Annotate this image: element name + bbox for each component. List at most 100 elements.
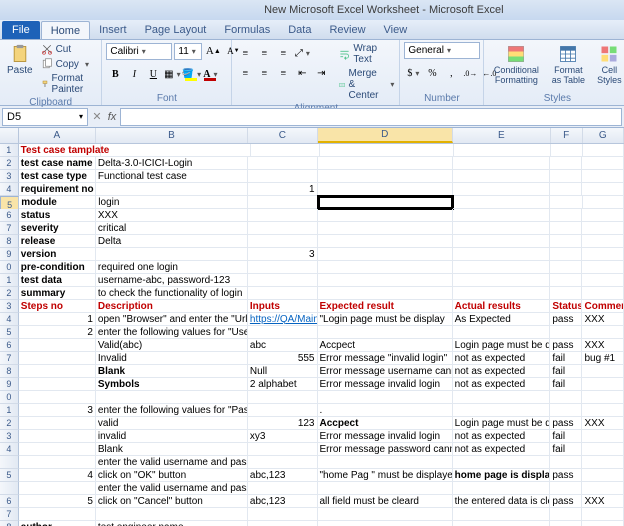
select-all-corner[interactable] — [0, 128, 19, 143]
row-header[interactable]: 1 — [0, 274, 19, 287]
col-header-g[interactable]: G — [583, 128, 624, 143]
row-header[interactable] — [0, 456, 19, 469]
cell[interactable] — [453, 404, 551, 417]
cell[interactable] — [582, 469, 624, 482]
cell[interactable]: XXX — [582, 495, 624, 508]
cell[interactable]: abc,123 — [248, 469, 318, 482]
cell[interactable]: enter the following values for "Password… — [96, 404, 248, 417]
cell[interactable]: XXX — [582, 313, 624, 326]
cell[interactable] — [453, 482, 551, 495]
cell[interactable]: the entered data is clea — [453, 495, 551, 508]
row-header[interactable]: 4 — [0, 183, 19, 196]
cell[interactable]: 4 — [19, 469, 96, 482]
cell[interactable]: pass — [550, 313, 582, 326]
cell[interactable]: 123 — [248, 417, 318, 430]
copy-button[interactable]: Copy — [39, 57, 98, 71]
cell[interactable]: required one login — [96, 261, 248, 274]
cell[interactable]: Status — [550, 300, 582, 313]
cell[interactable] — [19, 417, 96, 430]
cell[interactable] — [550, 521, 582, 526]
row-header[interactable] — [0, 482, 19, 495]
col-header-b[interactable]: B — [96, 128, 248, 143]
increase-decimal-button[interactable]: .0→ — [461, 64, 479, 82]
cell[interactable]: Login page must be displ — [453, 339, 551, 352]
fx-icon[interactable]: fx — [104, 111, 120, 123]
font-size-select[interactable]: 11 — [174, 43, 202, 60]
cell[interactable]: invalid — [96, 430, 248, 443]
cell-styles-button[interactable]: Cell Styles — [592, 42, 624, 87]
cell[interactable]: click on "OK" button — [96, 469, 248, 482]
cell[interactable]: pass — [550, 417, 582, 430]
cell[interactable]: not as expected — [453, 443, 551, 456]
cell[interactable]: 3 — [248, 248, 318, 261]
cell[interactable] — [318, 235, 453, 248]
cell[interactable]: 5 — [19, 495, 96, 508]
cell[interactable] — [453, 521, 551, 526]
cell[interactable]: Comments — [582, 300, 624, 313]
cell[interactable]: module — [19, 196, 96, 209]
row-header[interactable]: 2 — [0, 287, 19, 300]
number-format-select[interactable]: General — [404, 42, 480, 59]
row-header[interactable]: 2 — [0, 417, 19, 430]
cell[interactable] — [550, 157, 582, 170]
tab-insert[interactable]: Insert — [90, 21, 136, 39]
cell[interactable] — [248, 222, 318, 235]
cell[interactable] — [318, 157, 453, 170]
cell[interactable] — [453, 157, 551, 170]
row-header[interactable]: 9 — [0, 378, 19, 391]
cell[interactable]: Symbols — [96, 378, 248, 391]
italic-button[interactable]: I — [125, 65, 143, 83]
align-bottom-button[interactable]: ≡ — [274, 44, 292, 62]
row-header[interactable]: 7 — [0, 508, 19, 521]
cell[interactable]: xy3 — [248, 430, 318, 443]
cell[interactable]: Error message invalid login — [318, 378, 453, 391]
grow-font-button[interactable]: A▲ — [204, 42, 222, 60]
cell[interactable] — [318, 274, 453, 287]
row-header[interactable]: 5 — [0, 469, 19, 482]
col-header-d[interactable]: D — [318, 128, 453, 143]
row-header[interactable]: 6 — [0, 495, 19, 508]
cell[interactable] — [19, 482, 96, 495]
cell[interactable]: Error message "invalid login" — [318, 352, 453, 365]
cell[interactable] — [248, 456, 318, 469]
cell[interactable] — [582, 365, 624, 378]
cell[interactable] — [19, 443, 96, 456]
cell[interactable]: Error message invalid login — [318, 430, 453, 443]
cell[interactable] — [248, 261, 318, 274]
cell[interactable]: critical — [96, 222, 248, 235]
cell[interactable]: Steps no — [19, 300, 96, 313]
cell[interactable] — [19, 365, 96, 378]
cell[interactable]: enter the valid username and password an… — [96, 456, 248, 469]
cell[interactable] — [19, 430, 96, 443]
cell[interactable] — [453, 183, 551, 196]
name-box[interactable]: D5▾ — [2, 108, 88, 126]
cell[interactable]: pre-condition — [19, 261, 96, 274]
cell[interactable] — [582, 508, 624, 521]
cell[interactable]: Invalid — [96, 352, 248, 365]
cell[interactable]: 1 — [19, 313, 96, 326]
cell[interactable] — [318, 521, 453, 526]
cell[interactable] — [550, 456, 582, 469]
cell[interactable]: fail — [550, 352, 582, 365]
cell[interactable] — [248, 209, 318, 222]
cell[interactable] — [318, 183, 453, 196]
cell[interactable] — [582, 170, 624, 183]
cell[interactable]: login — [96, 196, 248, 209]
cell[interactable] — [19, 508, 96, 521]
cell[interactable]: https://QA/Main// — [248, 313, 318, 326]
cell[interactable] — [550, 209, 582, 222]
cell[interactable] — [582, 326, 624, 339]
row-header[interactable]: 9 — [0, 248, 19, 261]
cell[interactable] — [248, 287, 318, 300]
fill-color-button[interactable]: 🪣 — [182, 65, 200, 83]
cell[interactable] — [318, 261, 453, 274]
font-color-button[interactable]: A — [201, 65, 219, 83]
cell[interactable]: Test case tamplate — [19, 144, 101, 157]
tab-formulas[interactable]: Formulas — [215, 21, 279, 39]
font-name-select[interactable]: Calibri — [106, 43, 172, 60]
cell[interactable]: enter the valid username and password an… — [96, 482, 248, 495]
cell[interactable]: pass — [550, 469, 582, 482]
row-header[interactable]: 0 — [0, 391, 19, 404]
cell[interactable]: . — [318, 404, 453, 417]
col-header-a[interactable]: A — [19, 128, 96, 143]
